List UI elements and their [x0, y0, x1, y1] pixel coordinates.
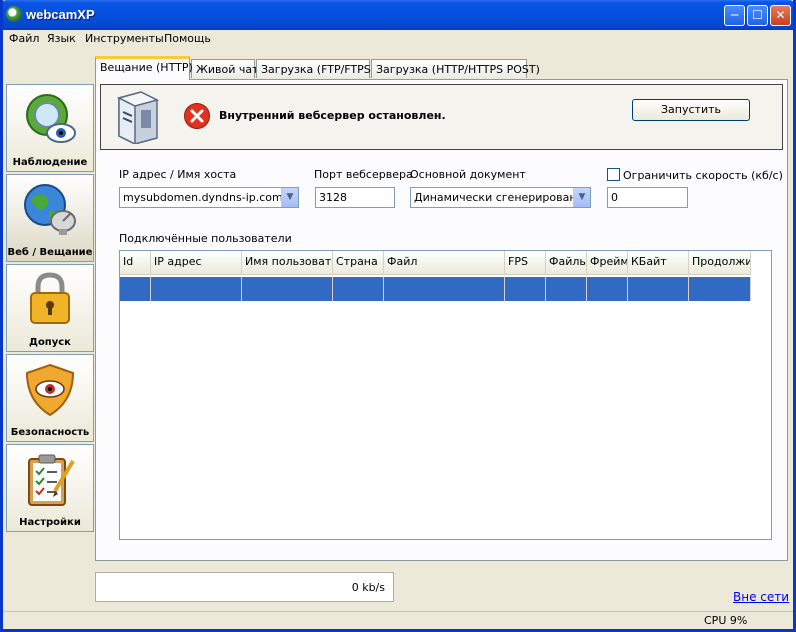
padlock-icon [30, 272, 70, 324]
nav-web-broadcast[interactable]: Веб / Вещание [6, 174, 94, 262]
http-broadcast-panel: Внутренний вебсервер остановлен. Запусти… [95, 79, 788, 561]
limit-speed-input[interactable]: 0 [607, 187, 688, 208]
table-cell [546, 277, 587, 301]
port-input[interactable]: 3128 [315, 187, 395, 208]
table-cell [384, 277, 505, 301]
nav-security[interactable]: Безопасность [6, 354, 94, 442]
table-cell [242, 277, 333, 301]
clipboard-checklist-icon [28, 454, 75, 506]
nav-access[interactable]: Допуск [6, 264, 94, 352]
cpu-usage: CPU 9% [704, 614, 748, 627]
table-cell [628, 277, 689, 301]
main-document-combo[interactable]: Динамически сгенерированный ▼ [410, 187, 591, 208]
error-icon [184, 103, 210, 129]
tab-http-post-upload[interactable]: Загрузка (HTTP/HTTPS POST) [371, 59, 540, 78]
menu-language[interactable]: Язык [47, 32, 76, 45]
nav-label: Наблюдение [12, 157, 88, 168]
table-cell [587, 277, 628, 301]
connected-users-table[interactable]: Id IP адрес Имя пользователя Страна Файл… [119, 250, 772, 540]
close-button[interactable]: ✕ [770, 5, 791, 26]
maximize-icon: ☐ [752, 8, 763, 22]
table-cell [333, 277, 384, 301]
eye-lens-icon [26, 94, 76, 143]
table-cell [151, 277, 242, 301]
app-window: webcamXP ─ ☐ ✕ Файл Язык Инструменты Пом… [0, 0, 796, 632]
tab-http-broadcast[interactable]: Вещание (HTTP) [95, 56, 193, 80]
server-icon [116, 91, 160, 144]
chevron-down-icon[interactable]: ▼ [281, 188, 298, 207]
column-header-username[interactable]: Имя пользователя [242, 251, 333, 275]
column-header-country[interactable]: Страна [333, 251, 384, 275]
globe-dish-icon [24, 184, 76, 235]
menu-help[interactable]: Помощь [164, 32, 211, 45]
menu-file[interactable]: Файл [9, 32, 39, 45]
column-header-files[interactable]: Файлы [546, 251, 587, 275]
status-bar: CPU 9% [3, 611, 793, 629]
limit-speed-value: 0 [611, 191, 618, 204]
offline-status-link[interactable]: Вне сети [733, 590, 789, 604]
menu-tools[interactable]: Инструменты [85, 32, 164, 45]
column-header-file[interactable]: Файл [384, 251, 505, 275]
window-title: webcamXP [26, 7, 95, 22]
connected-users-label: Подключённые пользователи [119, 232, 292, 245]
chevron-down-icon[interactable]: ▼ [573, 188, 590, 207]
ip-host-label: IP адрес / Имя хоста [119, 168, 237, 181]
webcamxp-logo-icon [6, 6, 22, 22]
start-server-button[interactable]: Запустить [632, 99, 750, 121]
eye-shield-icon [25, 363, 75, 417]
port-label: Порт вебсервера [314, 168, 413, 181]
column-header-ip[interactable]: IP адрес [151, 251, 242, 275]
ip-host-value: mysubdomen.dyndns-ip.com [123, 191, 283, 204]
server-status-message: Внутренний вебсервер остановлен. [219, 109, 446, 122]
minimize-icon: ─ [730, 8, 739, 22]
minimize-button[interactable]: ─ [724, 5, 745, 26]
tab-ftp-upload[interactable]: Загрузка (FTP/FTPS) [256, 59, 375, 78]
nav-surveillance[interactable]: Наблюдение [6, 84, 94, 172]
column-header-fps[interactable]: FPS [505, 251, 546, 275]
close-icon: ✕ [775, 8, 786, 22]
nav-label: Настройки [19, 517, 81, 528]
ip-host-combo[interactable]: mysubdomen.dyndns-ip.com ▼ [119, 187, 299, 208]
server-status-banner: Внутренний вебсервер остановлен. Запусти… [100, 84, 783, 150]
main-document-value: Динамически сгенерированный [414, 191, 591, 204]
column-header-duration[interactable]: Продолжит [689, 251, 751, 275]
nav-settings[interactable]: Настройки [6, 444, 94, 532]
menu-bar: Файл Язык Инструменты Помощь [3, 30, 793, 48]
main-document-label: Основной документ [410, 168, 526, 181]
limit-speed-label: Ограничить скорость (кб/с) [623, 169, 783, 182]
maximize-button[interactable]: ☐ [747, 5, 768, 26]
column-header-id[interactable]: Id [120, 251, 151, 275]
column-header-kbytes[interactable]: КБайт [628, 251, 689, 275]
table-cell [689, 277, 751, 301]
table-cell [120, 277, 151, 301]
nav-label: Веб / Вещание [7, 247, 93, 258]
title-bar[interactable]: webcamXP ─ ☐ ✕ [3, 0, 793, 30]
nav-label: Допуск [29, 337, 71, 348]
table-row[interactable] [120, 277, 751, 301]
nav-label: Безопасность [10, 427, 90, 438]
bandwidth-readout: 0 kb/s [95, 572, 394, 602]
tab-live-chat[interactable]: Живой чат [191, 59, 259, 78]
table-cell [505, 277, 546, 301]
column-header-frames[interactable]: Фреймы [587, 251, 628, 275]
port-value: 3128 [319, 191, 347, 204]
limit-speed-checkbox[interactable] [607, 168, 620, 181]
